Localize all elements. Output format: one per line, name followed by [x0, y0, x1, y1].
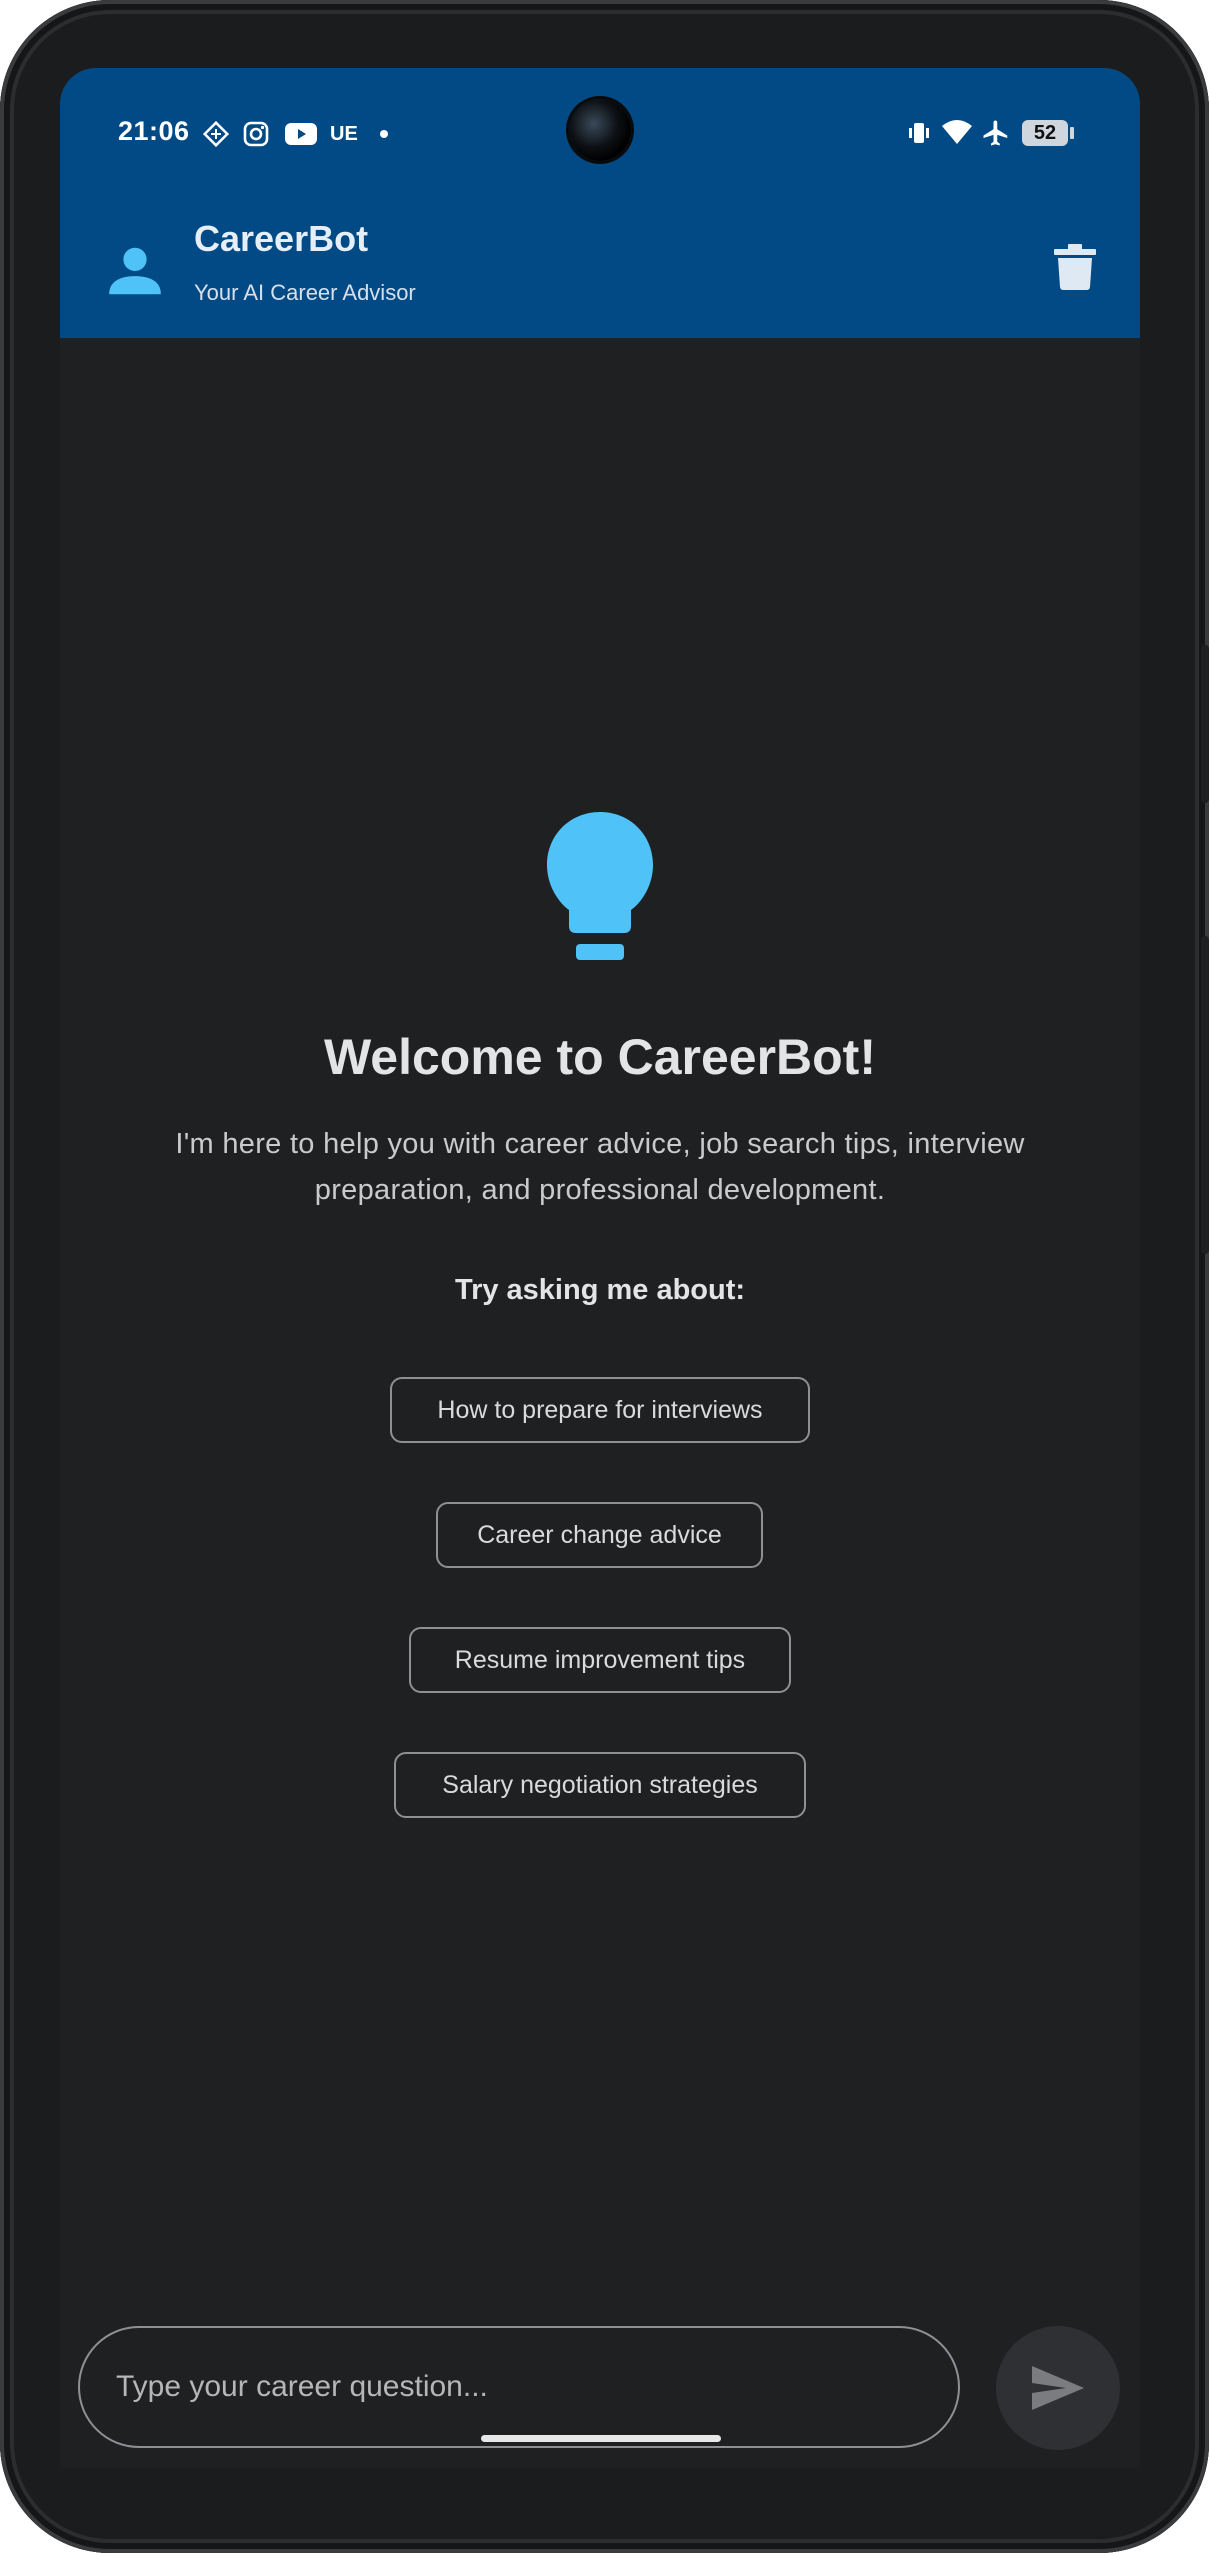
battery-level: 52	[1033, 121, 1057, 144]
trash-icon	[1054, 244, 1096, 290]
send-icon	[1032, 2366, 1084, 2410]
volume-button	[1201, 936, 1209, 1254]
clear-chat-button[interactable]	[1054, 244, 1096, 290]
welcome-title: Welcome to CareerBot!	[324, 1029, 876, 1085]
suggestion-chip-resume[interactable]: Resume improvement tips	[409, 1627, 791, 1693]
diamond-app-icon	[202, 120, 230, 148]
send-button[interactable]	[996, 2326, 1120, 2450]
instagram-icon	[243, 121, 269, 147]
vibrate-icon	[909, 123, 929, 143]
suggestion-chip-interviews[interactable]: How to prepare for interviews	[390, 1377, 810, 1443]
app-bar: 21:06 UE 52 CareerBot Your AI Career Adv…	[60, 68, 1140, 338]
app-title: CareerBot	[194, 218, 369, 259]
wifi-icon	[942, 120, 972, 144]
message-input-container[interactable]	[78, 2326, 960, 2448]
youtube-icon	[285, 123, 317, 145]
lightbulb-icon	[547, 812, 653, 960]
status-time: 21:06	[118, 116, 190, 146]
suggestion-chip-salary[interactable]: Salary negotiation strategies	[394, 1752, 806, 1818]
suggestion-chip-label: How to prepare for interviews	[437, 1395, 763, 1424]
person-icon	[109, 247, 161, 295]
front-camera	[569, 99, 631, 161]
suggestion-chip-label: Career change advice	[477, 1520, 722, 1549]
app-screen: 21:06 UE 52 CareerBot Your AI Career Adv…	[60, 68, 1140, 2468]
battery-icon: 52	[1022, 120, 1068, 146]
notification-dot-icon	[380, 130, 388, 138]
suggestion-chip-label: Salary negotiation strategies	[442, 1770, 758, 1799]
suggestion-chip-label: Resume improvement tips	[454, 1645, 746, 1674]
power-button	[1201, 645, 1209, 803]
gesture-bar[interactable]	[481, 2435, 721, 2442]
status-bar: 21:06 UE 52	[60, 68, 1140, 198]
message-input[interactable]	[114, 2369, 918, 2405]
battery-tip	[1070, 127, 1074, 139]
suggestion-chip-career-change[interactable]: Career change advice	[436, 1502, 763, 1568]
app-subtitle: Your AI Career Advisor	[194, 280, 416, 305]
carrier-label: UE	[330, 123, 358, 145]
airplane-icon	[983, 120, 1008, 146]
welcome-description: I'm here to help you with career advice,…	[175, 1128, 1025, 1206]
suggestions-heading: Try asking me about:	[454, 1274, 746, 1306]
